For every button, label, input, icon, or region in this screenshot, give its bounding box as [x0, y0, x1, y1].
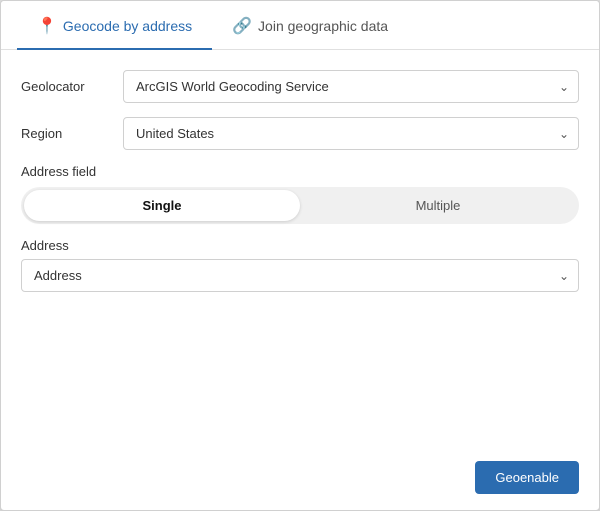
toggle-multiple-button[interactable]: Multiple: [300, 190, 576, 221]
tab-join[interactable]: 🔗 Join geographic data: [212, 2, 408, 50]
toggle-single-button[interactable]: Single: [24, 190, 300, 221]
region-select[interactable]: United States Canada United Kingdom: [123, 117, 579, 150]
footer: Geoenable: [1, 449, 599, 510]
address-select[interactable]: Address: [21, 259, 579, 292]
join-icon: 🔗: [232, 16, 252, 36]
region-label: Region: [21, 126, 111, 141]
address-field-label: Address field: [21, 164, 579, 179]
address-field-toggle-group: Single Multiple: [21, 187, 579, 224]
address-select-wrapper: Address ⌄: [21, 259, 579, 292]
dialog: 📍 Geocode by address 🔗 Join geographic d…: [0, 0, 600, 511]
geoenable-button[interactable]: Geoenable: [475, 461, 579, 494]
geolocator-select-wrapper: ArcGIS World Geocoding Service ⌄: [123, 70, 579, 103]
tab-geocode[interactable]: 📍 Geocode by address: [17, 2, 212, 50]
geolocator-row: Geolocator ArcGIS World Geocoding Servic…: [21, 70, 579, 103]
address-label: Address: [21, 238, 579, 253]
geolocator-label: Geolocator: [21, 79, 111, 94]
tab-geocode-label: Geocode by address: [63, 18, 192, 34]
region-row: Region United States Canada United Kingd…: [21, 117, 579, 150]
tab-join-label: Join geographic data: [258, 18, 388, 34]
tab-bar: 📍 Geocode by address 🔗 Join geographic d…: [1, 1, 599, 50]
address-section: Address Address ⌄: [21, 238, 579, 292]
region-select-wrapper: United States Canada United Kingdom ⌄: [123, 117, 579, 150]
geocode-icon: 📍: [37, 16, 57, 36]
geolocator-select[interactable]: ArcGIS World Geocoding Service: [123, 70, 579, 103]
address-field-section: Address field Single Multiple: [21, 164, 579, 224]
content-area: Geolocator ArcGIS World Geocoding Servic…: [1, 50, 599, 449]
